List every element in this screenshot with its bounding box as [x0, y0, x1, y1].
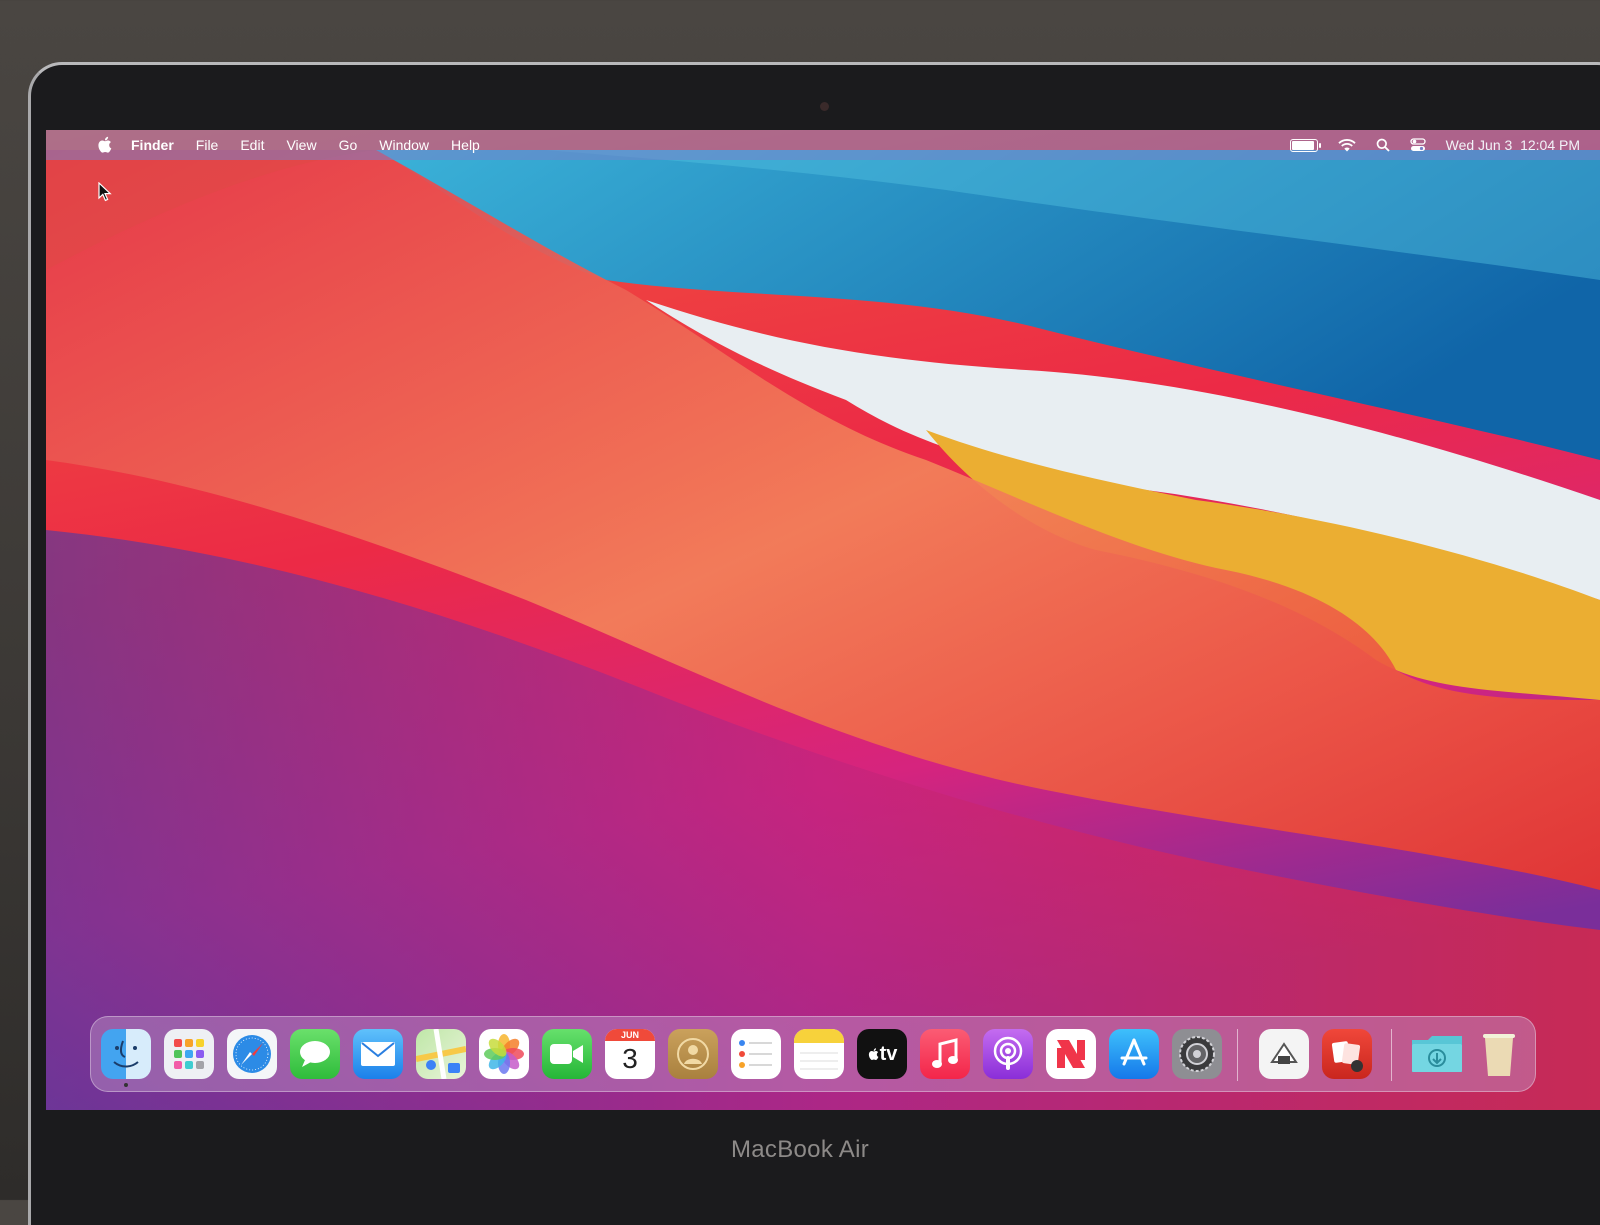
- mail-icon[interactable]: [353, 1029, 403, 1079]
- calendar-day: 3: [622, 1043, 638, 1074]
- calendar-icon[interactable]: JUN 3: [605, 1029, 655, 1079]
- safari-icon[interactable]: [227, 1029, 277, 1079]
- screen: Finder File Edit View Go Window Help Wed…: [46, 130, 1600, 1110]
- photos-icon[interactable]: [479, 1029, 529, 1079]
- system-preferences-icon[interactable]: [1172, 1029, 1222, 1079]
- downloads-folder-icon[interactable]: [1409, 1029, 1465, 1079]
- migration-assistant-icon[interactable]: [1259, 1029, 1309, 1079]
- menu-window[interactable]: Window: [379, 137, 429, 153]
- menu-help[interactable]: Help: [451, 137, 480, 153]
- mouse-cursor-icon: [98, 182, 112, 202]
- finder-icon[interactable]: [101, 1029, 151, 1079]
- desktop-wallpaper: [46, 130, 1600, 1110]
- app-store-icon[interactable]: [1109, 1029, 1159, 1079]
- reminders-icon[interactable]: [731, 1029, 781, 1079]
- camera-icon: [820, 102, 829, 111]
- menu-go[interactable]: Go: [339, 137, 358, 153]
- trash-icon[interactable]: [1479, 1029, 1519, 1079]
- launchpad-icon[interactable]: [164, 1029, 214, 1079]
- tv-label: tv: [879, 1042, 898, 1065]
- music-icon[interactable]: [920, 1029, 970, 1079]
- menu-bar: Finder File Edit View Go Window Help Wed…: [46, 130, 1600, 160]
- apple-icon[interactable]: [96, 135, 112, 154]
- wifi-icon[interactable]: [1337, 138, 1356, 152]
- messages-icon[interactable]: [290, 1029, 340, 1079]
- dock-separator-2: [1391, 1029, 1392, 1081]
- calendar-month: JUN: [605, 1029, 655, 1041]
- maps-icon[interactable]: [416, 1029, 466, 1079]
- spotlight-search-icon[interactable]: [1376, 138, 1390, 152]
- notes-icon[interactable]: [794, 1029, 844, 1079]
- tv-icon[interactable]: tv: [857, 1029, 907, 1079]
- menu-finder[interactable]: Finder: [131, 137, 174, 153]
- photo-booth-icon[interactable]: [1322, 1029, 1372, 1079]
- menu-file[interactable]: File: [196, 137, 219, 153]
- menu-edit[interactable]: Edit: [240, 137, 264, 153]
- finder-running-indicator: [124, 1083, 128, 1087]
- battery-icon[interactable]: [1289, 138, 1321, 152]
- control-center-icon[interactable]: [1409, 138, 1426, 152]
- device-model-label: MacBook Air: [730, 1136, 870, 1163]
- news-icon[interactable]: [1046, 1029, 1096, 1079]
- facetime-icon[interactable]: [542, 1029, 592, 1079]
- dock: JUN 3 tv: [90, 1016, 1536, 1092]
- dock-separator: [1237, 1029, 1238, 1081]
- menubar-clock[interactable]: Wed Jun 3 12:04 PM: [1446, 137, 1580, 153]
- contacts-icon[interactable]: [668, 1029, 718, 1079]
- status-area: Wed Jun 3 12:04 PM: [1289, 137, 1580, 153]
- podcasts-icon[interactable]: [983, 1029, 1033, 1079]
- menu-view[interactable]: View: [286, 137, 316, 153]
